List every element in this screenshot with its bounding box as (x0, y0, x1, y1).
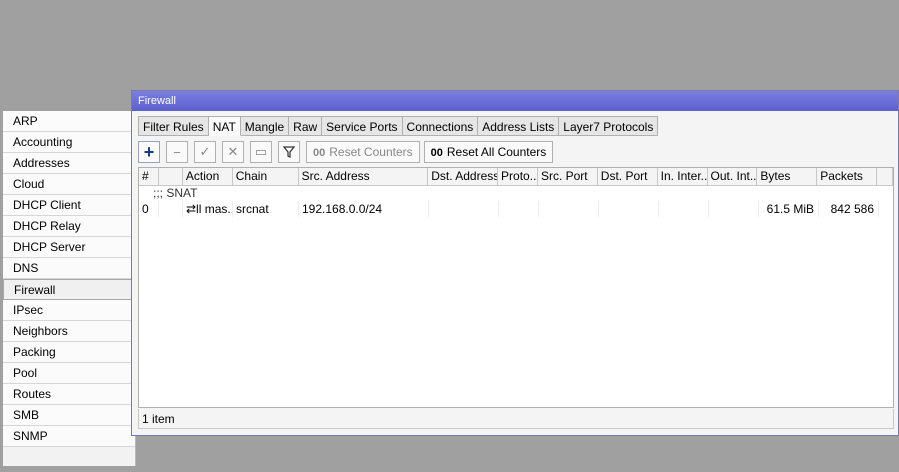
add-button[interactable]: + (138, 141, 160, 163)
cell-chain: srcnat (233, 201, 299, 217)
menu-item-ipsec[interactable]: IPsec (3, 300, 135, 321)
disable-button[interactable]: ✕ (222, 141, 244, 163)
remove-button[interactable]: − (166, 141, 188, 163)
nat-rules-table: # Action Chain Src. Address Dst. Address Prot… (138, 167, 894, 408)
menu-item-addresses[interactable]: Addresses (3, 153, 135, 174)
cell-src-address: 192.168.0.0/24 (299, 201, 429, 217)
menu-item-dhcp-server[interactable]: DHCP Server (3, 237, 135, 258)
tab-filter-rules[interactable]: Filter Rules (138, 116, 209, 136)
table-row[interactable]: 0 ⇄ll mas... srcnat 192.168.0.0/24 61.5 MiB 8… (139, 201, 893, 217)
column-header[interactable]: Out. Int... (708, 168, 758, 185)
counter-icon: 00 (313, 147, 326, 159)
column-header[interactable]: Proto... (498, 168, 538, 185)
column-header[interactable]: Src. Port (538, 168, 598, 185)
menu-item-dhcp-relay[interactable]: DHCP Relay (3, 216, 135, 237)
tab-nat[interactable]: NAT (208, 116, 241, 136)
reset-all-counters-button[interactable]: 00 Reset All Counters (423, 141, 554, 163)
menu-item-snmp[interactable]: SNMP (3, 426, 135, 447)
menu-item-smb[interactable]: SMB (3, 405, 135, 426)
firewall-window: Firewall Filter Rules NAT Mangle Raw Service… (131, 90, 899, 436)
column-header[interactable] (159, 168, 183, 185)
tab-layer7-protocols[interactable]: Layer7 Protocols (559, 116, 659, 136)
cell-dst-port (599, 201, 659, 217)
cell-in-iface (659, 201, 709, 217)
cell-out-iface (709, 201, 759, 217)
column-header[interactable]: Chain (233, 168, 299, 185)
menu-item-routes[interactable]: Routes (3, 384, 135, 405)
comment-button[interactable]: ▭ (250, 141, 272, 163)
column-header[interactable]: Packets (817, 168, 878, 185)
tab-bar: Filter Rules NAT Mangle Raw Service Ports Con… (138, 116, 659, 136)
menu-item-firewall[interactable]: Firewall (3, 279, 135, 300)
minus-icon: − (173, 144, 181, 160)
cell-dst-address (429, 201, 499, 217)
cross-icon: ✕ (227, 144, 239, 159)
column-menu-button[interactable] (877, 168, 893, 185)
column-header[interactable]: Src. Address (299, 168, 429, 185)
menu-item-cloud[interactable]: Cloud (3, 174, 135, 195)
filter-icon (283, 146, 295, 158)
tab-address-lists[interactable]: Address Lists (478, 116, 560, 136)
note-icon: ▭ (254, 144, 268, 159)
tab-service-ports[interactable]: Service Ports (322, 116, 403, 136)
cell-num: 0 (139, 201, 159, 217)
cell-bytes: 61.5 MiB (759, 201, 819, 217)
column-header[interactable]: In. Inter... (658, 168, 708, 185)
menu-item-dns[interactable]: DNS (3, 258, 135, 279)
menu-item-arp[interactable]: ARP (3, 111, 135, 132)
reset-counters-label: Reset Counters (329, 145, 413, 159)
menu-item-dhcp-client[interactable]: DHCP Client (3, 195, 135, 216)
menu-item-packing[interactable]: Packing (3, 342, 135, 363)
filter-button[interactable] (278, 141, 300, 163)
cell-proto (499, 201, 539, 217)
tab-connections[interactable]: Connections (402, 116, 479, 136)
status-bar: 1 item (138, 409, 894, 429)
column-header[interactable]: # (139, 168, 159, 185)
cell-src-port (539, 201, 599, 217)
menu-item-neighbors[interactable]: Neighbors (3, 321, 135, 342)
menu-item-accounting[interactable]: Accounting (3, 132, 135, 153)
table-header: # Action Chain Src. Address Dst. Address Prot… (139, 168, 893, 186)
tab-raw[interactable]: Raw (289, 116, 323, 136)
window-title[interactable]: Firewall (132, 91, 898, 111)
column-header[interactable]: Dst. Port (598, 168, 658, 185)
reset-counters-button[interactable]: 00 Reset Counters (306, 141, 420, 163)
reset-all-counters-label: Reset All Counters (446, 145, 547, 159)
check-icon: ✓ (199, 144, 211, 159)
rule-comment: ;;; SNAT (153, 186, 198, 200)
side-menu: ARP Accounting Addresses Cloud DHCP Client DH… (3, 111, 136, 466)
counter-icon: 00 (430, 147, 443, 159)
column-header[interactable]: Dst. Address (428, 168, 499, 185)
column-header[interactable]: Bytes (757, 168, 818, 185)
plus-icon: + (143, 141, 155, 162)
toolbar: + − ✓ ✕ ▭ 00 Reset Counters 00 Reset All C… (138, 139, 557, 165)
cell-action: ⇄ll mas... (183, 201, 233, 217)
menu-item-pool[interactable]: Pool (3, 363, 135, 384)
enable-button[interactable]: ✓ (194, 141, 216, 163)
tab-mangle[interactable]: Mangle (240, 116, 290, 136)
column-header[interactable]: Action (183, 168, 233, 185)
cell-flag (159, 201, 183, 217)
cell-packets: 842 586 (819, 201, 879, 217)
